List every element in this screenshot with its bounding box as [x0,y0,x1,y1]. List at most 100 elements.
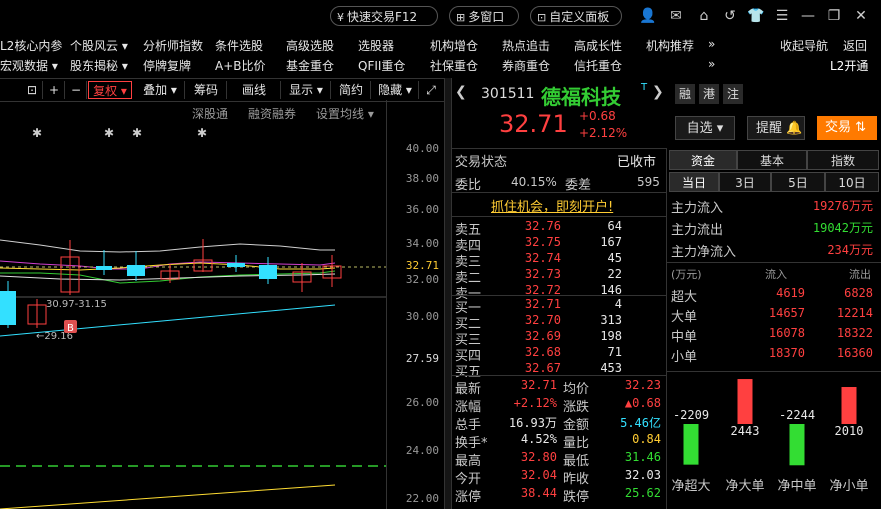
hk-connect-link[interactable]: 深股通 [192,105,228,122]
net-flow-category-label: 净中单 [777,479,816,494]
ma-settings-dropdown[interactable]: 设置均线 ▾ [316,105,374,122]
weibi-label: 委比 [455,178,482,193]
hide-dropdown[interactable]: 隐藏 ▾ [372,81,419,99]
price-axis: 40.00 38.00 36.00 34.00 32.71 32.00 30.0… [386,100,445,509]
quote-label: 涨停 [455,490,482,505]
outflow-header: 流出 [849,268,871,281]
event-marker: ✱ [104,126,114,140]
bid-row[interactable]: 买二 32.70 313 [451,313,666,332]
nav-item[interactable]: 高成长性 [574,37,622,54]
back-icon[interactable]: ↺ [720,6,740,26]
bid-row[interactable]: 买一 32.71 4 [451,297,666,316]
quote-value: 32.04 [520,468,557,482]
l2-open-link[interactable]: L2开通 [830,57,868,74]
skin-icon[interactable]: 👕 [746,6,766,26]
prev-stock-icon[interactable]: ❮ [455,84,467,100]
title-bar: ¥ 快速交易F12 ⊞ 多窗口 ⊡ 自定义面板 👤 ✉ ⌂ ↺ 👕 ☰ — ❐ ✕ [0,0,881,34]
nav-item[interactable]: L2核心内参 [0,37,62,54]
custom-panel-button[interactable]: ⊡ 自定义面板 [530,6,622,26]
nav-item[interactable]: 券商重仓 [502,57,550,74]
nav-item[interactable]: 机构增仓 [430,37,478,54]
draw-line-button[interactable]: 画线 [228,81,281,99]
nav-item[interactable]: 宏观数据 ▾ [0,57,58,74]
ask-row[interactable]: 卖五 32.76 64 [451,219,666,238]
nav-item[interactable]: 基金重仓 [286,57,334,74]
nav-item[interactable]: 高级选股 [286,37,334,54]
weicha-label: 委差 [565,178,592,193]
nav-item[interactable]: 条件选股 [215,37,263,54]
bid-row[interactable]: 买三 32.69 198 [451,329,666,348]
nav-item[interactable]: 社保重仓 [430,57,478,74]
nav-row-1: L2核心内参 个股风云 ▾ 分析师指数 条件选股 高级选股 选股器 机构增仓 热… [0,34,881,54]
nav-item[interactable]: 停牌复牌 [143,57,191,74]
zoom-in-icon[interactable]: + [44,81,65,99]
ma-line-green [0,270,336,284]
tab-index[interactable]: 指数 [807,150,879,170]
net-flow-data-label: 2010 [835,424,864,438]
status-value: 已收市 [617,155,657,170]
mail-icon[interactable]: ✉ [666,6,686,26]
tab-10d[interactable]: 10日 [825,172,879,192]
fullscreen-icon[interactable]: ⤢ [420,81,442,99]
kline-chart[interactable]: ✱ ✱ ✱ ✱ 30.97-31.15 ←29.16 B [0,123,386,509]
multi-window-button[interactable]: ⊞ 多窗口 [449,6,519,26]
last-price: 32.71 [499,110,568,138]
restore-icon[interactable]: ❐ [824,6,844,26]
tab-basic[interactable]: 基本 [737,150,807,170]
fuquan-dropdown[interactable]: 复权 ▾ [88,81,132,99]
open-account-banner[interactable]: 抓住机会，即刻开户! [491,196,613,215]
quick-trade-button[interactable]: ¥ 快速交易F12 [330,6,438,26]
quote-label: 涨跌 [563,400,590,415]
close-icon[interactable]: ✕ [851,6,871,26]
nav-item[interactable]: 信托重仓 [574,57,622,74]
quote-row: 最高 32.80 最低 31.46 [451,450,666,469]
tick-label: 22.00 [405,492,439,505]
minimize-icon[interactable]: — [798,6,818,26]
simple-button[interactable]: 简约 [332,81,371,99]
nav-item[interactable]: A+B比价 [215,57,266,74]
menu-icon[interactable]: ☰ [772,6,792,26]
overlay-dropdown[interactable]: 叠加 ▾ [136,81,185,99]
quote-label: 金额 [563,418,590,433]
trade-button[interactable]: 交易 ⇅ [817,116,877,140]
ask-row[interactable]: 卖三 32.74 45 [451,251,666,270]
nav-item[interactable]: 个股风云 ▾ [70,37,128,54]
watchlist-dropdown[interactable]: 自选 ▾ [675,116,735,140]
tab-today[interactable]: 当日 [669,172,719,192]
ask-row[interactable]: 卖二 32.73 22 [451,267,666,286]
lock-icon[interactable]: ⊡ [22,81,43,99]
home-icon[interactable]: ⌂ [694,6,714,26]
tab-3d[interactable]: 3日 [719,172,771,192]
quote-row: 今开 32.04 昨收 32.03 [451,468,666,487]
quote-label: 最新 [455,382,482,397]
tab-funds[interactable]: 资金 [669,150,737,170]
quote-label: 跌停 [563,490,590,505]
nav-item[interactable]: 机构推荐 [646,37,694,54]
nav-item[interactable]: QFII重仓 [358,57,405,74]
bid-row[interactable]: 买四 32.68 71 [451,345,666,364]
nav-item[interactable]: 选股器 [358,37,394,54]
margin-tag[interactable]: 融 [675,84,695,104]
nav-item[interactable]: 热点追击 [502,37,550,54]
zoom-out-icon[interactable]: − [66,81,87,99]
next-stock-icon[interactable]: ❯ [652,84,664,100]
nav-more[interactable]: » [708,57,715,71]
margin-link[interactable]: 融资融券 [248,105,296,122]
tick-label: 24.00 [405,444,439,457]
nav-item[interactable]: 分析师指数 [143,37,203,54]
user-icon[interactable]: 👤 [638,6,658,26]
alert-button[interactable]: 提醒 🔔 [747,116,805,140]
tick-label: 38.00 [405,172,439,185]
nav-item[interactable]: 股东揭秘 ▾ [70,57,128,74]
tab-5d[interactable]: 5日 [771,172,825,192]
back-link[interactable]: 返回 [843,37,867,54]
quote-label: 最高 [455,454,482,469]
ask-row[interactable]: 卖四 32.75 167 [451,235,666,254]
chips-button[interactable]: 筹码 [186,81,227,99]
hk-tag[interactable]: 港 [699,84,719,104]
collapse-nav[interactable]: 收起导航 [780,37,828,54]
registered-tag[interactable]: 注 [723,84,743,104]
nav-more[interactable]: » [708,37,715,51]
tick-label: 27.59 [405,352,439,365]
display-dropdown[interactable]: 显示 ▾ [282,81,331,99]
